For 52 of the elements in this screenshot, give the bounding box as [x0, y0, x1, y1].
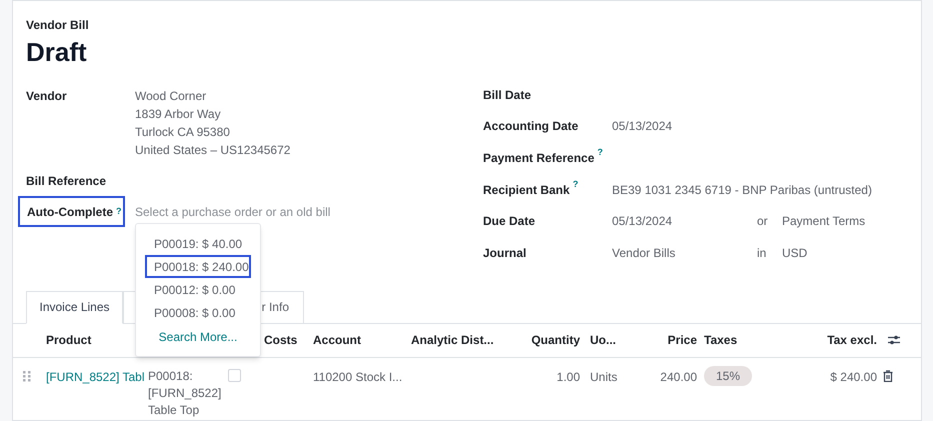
table-cell-text: P00018: [FURN_8522] Table Top — [148, 368, 222, 419]
field-label: Payment Reference ? — [483, 148, 604, 167]
tab[interactable]: Invoice Lines — [26, 290, 123, 324]
help-mark[interactable]: ? — [597, 146, 603, 157]
status-title: Draft — [26, 36, 88, 68]
trash-icon[interactable] — [883, 370, 893, 382]
row-checkbox[interactable] — [228, 368, 241, 382]
column-header[interactable]: Analytic Dist... — [411, 331, 524, 350]
field-value[interactable]: BE39 1031 2345 6719 - BNP Paribas (untrusted) — [612, 180, 872, 199]
help-mark[interactable]: ? — [572, 178, 578, 189]
field-label: Journal — [483, 244, 528, 262]
table-cell-text: 110200 Stock I... — [313, 368, 404, 386]
column-header[interactable]: Tax excl. — [797, 331, 877, 350]
drag-handle-icon[interactable] — [23, 370, 31, 382]
field-value[interactable]: Vendor Bills — [612, 244, 757, 262]
connector-text: or — [757, 213, 769, 230]
field-label: Vendor — [26, 89, 67, 103]
dropdown-option[interactable]: P00019: $ 40.00 — [145, 232, 251, 255]
table-cell-text: 1.00 — [556, 368, 580, 386]
product-link[interactable]: [FURN_8522] Tabl — [46, 368, 146, 386]
dropdown-option[interactable]: P00018: $ 240.00 — [145, 255, 251, 278]
address-line: Wood Corner — [135, 88, 208, 105]
column-header[interactable]: Uo... — [580, 331, 650, 350]
tax-tag[interactable]: 15% — [704, 366, 752, 386]
address-line: Turlock CA 95380 — [135, 124, 231, 141]
column-header[interactable]: Price — [650, 331, 697, 350]
dropdown-option[interactable]: P00012: $ 0.00 — [145, 278, 251, 301]
document-type: Vendor Bill — [26, 17, 90, 34]
field-value[interactable]: USD — [782, 244, 808, 262]
table-cell-text: $ 240.00 — [829, 368, 877, 386]
address-line: 1839 Arbor Way — [135, 106, 222, 123]
field-label: Due Date — [483, 213, 536, 230]
field-value[interactable]: 05/13/2024 — [612, 212, 757, 230]
search-more-link[interactable]: Search More... — [158, 326, 238, 348]
field-label: Bill Date — [483, 86, 532, 104]
table-cell-text: 240.00 — [659, 368, 697, 386]
dropdown-option[interactable]: P00008: $ 0.00 — [145, 301, 251, 324]
help-mark[interactable]: ? — [116, 206, 122, 216]
field-label: Bill Reference — [26, 173, 106, 190]
field-value[interactable]: 05/13/2024 — [612, 117, 672, 136]
field-label: Recipient Bank ? — [483, 180, 580, 199]
table-cell-text: Units — [589, 368, 618, 386]
field-value[interactable]: Payment Terms — [782, 212, 866, 230]
column-header[interactable]: Taxes — [697, 331, 797, 350]
field-label: Accounting Date — [483, 118, 580, 136]
connector-text: in — [757, 244, 768, 262]
auto-complete-label: Auto-Complete ? — [18, 196, 125, 227]
column-settings-icon[interactable] — [888, 334, 900, 346]
address-line: United States – US12345672 — [135, 142, 290, 159]
auto-complete-field[interactable]: Select a purchase order or an old bill — [135, 204, 395, 220]
column-header[interactable]: Quantity — [524, 331, 580, 350]
column-header[interactable]: Account — [313, 331, 411, 350]
